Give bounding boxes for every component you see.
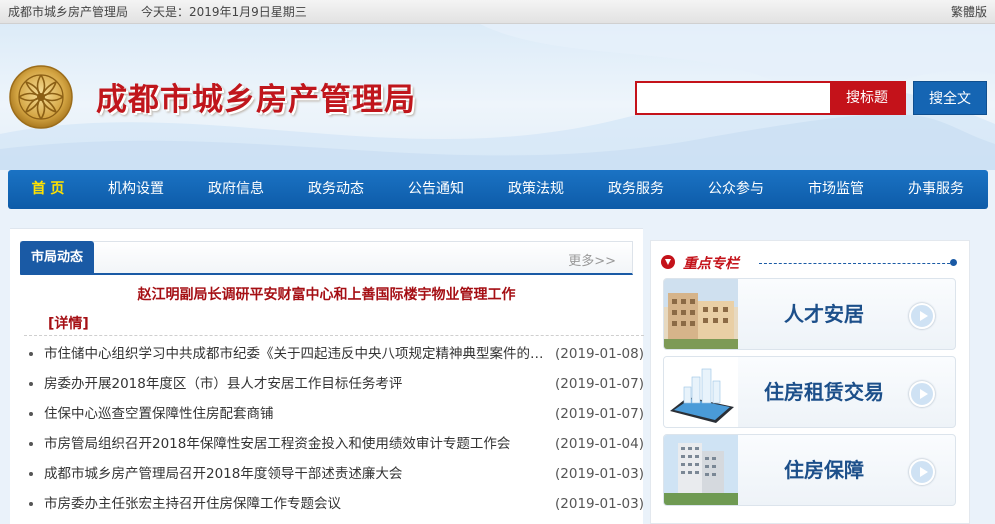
headline-news-link[interactable]: 赵江明副局长调研平安财富中心和上善国际楼宇物业管理工作 [20,284,633,304]
traditional-chinese-link[interactable]: 繁體版 [951,0,987,24]
news-date: (2019-01-04) [555,436,644,452]
card-talent-housing[interactable]: 人才安居 [663,278,956,350]
bullet-icon [29,352,33,356]
card-label: 住房保障 [784,458,864,482]
search-input[interactable] [637,83,830,113]
apartment-thumbnail-icon [664,435,738,505]
nav-item-gov-info[interactable]: 政府信息 [186,170,286,209]
nav-item-market-supervision[interactable]: 市场监管 [786,170,886,209]
tab-bureau-news[interactable]: 市局动态 [20,241,94,274]
search-title-button[interactable]: 搜标题 [830,83,904,113]
list-item[interactable]: 房委办开展2018年度区（市）县人才安居工作目标任务考评 (2019-01-07… [24,369,644,399]
bullet-icon [29,382,33,386]
news-title[interactable]: 房委办开展2018年度区（市）县人才安居工作目标任务考评 [44,369,554,399]
nav-item-services[interactable]: 办事服务 [886,170,986,209]
bullet-icon [29,442,33,446]
site-header: 成都市城乡房产管理局 搜标题 搜全文 [0,24,995,170]
more-link[interactable]: 更多>> [568,250,616,269]
news-title[interactable]: 市住储中心组织学习中共成都市纪委《关于四起违反中央八项规定精神典型案件的通报》 [44,339,554,369]
search-box: 搜标题 [635,81,906,115]
nav-item-organization[interactable]: 机构设置 [86,170,186,209]
list-item[interactable]: 市住储中心组织学习中共成都市纪委《关于四起违反中央八项规定精神典型案件的通报》 … [24,339,644,369]
search-fulltext-button[interactable]: 搜全文 [913,81,987,115]
list-item[interactable]: 市房管局组织召开2018年保障性安居工程资金投入和使用绩效审计专题工作会 (20… [24,429,644,459]
news-title[interactable]: 市房管局组织召开2018年保障性安居工程资金投入和使用绩效审计专题工作会 [44,429,554,459]
bullet-icon [29,412,33,416]
arrow-right-icon[interactable] [909,303,935,329]
bullet-icon [29,502,33,506]
top-site-name: 成都市城乡房产管理局 [8,5,129,19]
news-date: (2019-01-07) [555,376,644,392]
list-item[interactable]: 成都市城乡房产管理局召开2018年度领导干部述责述廉大会 (2019-01-03… [24,459,644,489]
news-title[interactable]: 住保中心巡查空置保障性住房配套商铺 [44,399,554,429]
card-label: 人才安居 [784,302,864,326]
news-title[interactable]: 成都市城乡房产管理局召开2018年度领导干部述责述廉大会 [44,459,554,489]
list-item[interactable]: 住保中心巡查空置保障性住房配套商铺 (2019-01-07) [24,399,644,429]
featured-title: 重点专栏 [683,256,739,272]
nav-item-gov-services[interactable]: 政务服务 [586,170,686,209]
detail-link[interactable]: [详情] [48,313,89,333]
news-date: (2019-01-03) [555,496,644,512]
card-rental-trading[interactable]: 住房租赁交易 [663,356,956,428]
news-date: (2019-01-07) [555,406,644,422]
nav-item-notices[interactable]: 公告通知 [386,170,486,209]
arrow-down-icon [661,255,675,269]
news-panel: 市局动态 更多>> 赵江明副局长调研平安财富中心和上善国际楼宇物业管理工作 [详… [10,228,644,524]
buildings-thumbnail-icon [664,279,738,349]
tablet-buildings-thumbnail-icon [664,357,738,427]
city-emblem-logo [9,65,73,129]
news-date: (2019-01-08) [555,346,644,362]
arrow-right-icon[interactable] [909,459,935,485]
nav-item-home[interactable]: 首 页 [0,170,98,209]
featured-panel: 重点专栏 人才安居 住房租赁交易 住房保障 [650,240,970,524]
dot-icon [950,259,957,266]
list-item[interactable]: 市房委办主任张宏主持召开住房保障工作专题会议 (2019-01-03) [24,489,644,519]
divider [759,263,955,264]
divider [24,335,644,336]
featured-header: 重点专栏 [661,253,961,273]
news-title[interactable]: 市房委办主任张宏主持召开住房保障工作专题会议 [44,489,554,519]
nav-item-public-participation[interactable]: 公众参与 [686,170,786,209]
news-tab-bar: 市局动态 更多>> [20,241,633,275]
arrow-right-icon[interactable] [909,381,935,407]
main-nav: 首 页 机构设置 政府信息 政务动态 公告通知 政策法规 政务服务 公众参与 市… [8,170,988,209]
card-label: 住房租赁交易 [764,380,884,404]
site-title: 成都市城乡房产管理局 [96,82,416,118]
card-housing-security[interactable]: 住房保障 [663,434,956,506]
today-date: 今天是：2019年1月9日星期三 [141,5,307,19]
news-date: (2019-01-03) [555,466,644,482]
news-list: 市住储中心组织学习中共成都市纪委《关于四起违反中央八项规定精神典型案件的通报》 … [24,339,644,519]
nav-item-policies[interactable]: 政策法规 [486,170,586,209]
nav-item-gov-news[interactable]: 政务动态 [286,170,386,209]
top-bar: 成都市城乡房产管理局 今天是：2019年1月9日星期三 繁體版 [0,0,995,24]
bullet-icon [29,472,33,476]
